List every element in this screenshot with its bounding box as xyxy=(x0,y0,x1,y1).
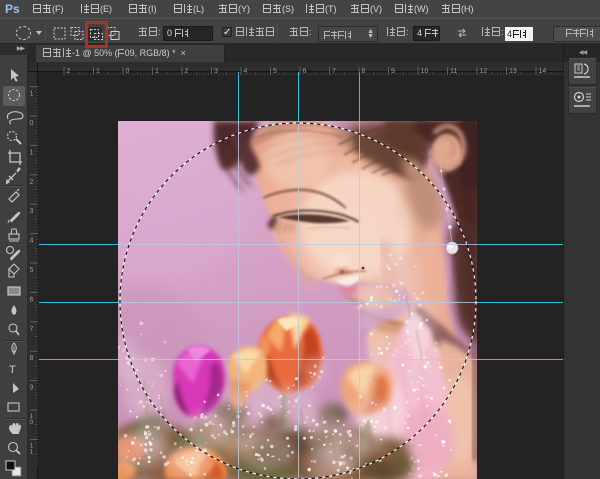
svg-text:8: 8 xyxy=(30,355,34,362)
svg-text:1: 1 xyxy=(30,149,34,156)
svg-text:14: 14 xyxy=(539,68,547,75)
svg-text:2: 2 xyxy=(30,179,34,186)
svg-text:1: 1 xyxy=(155,68,159,75)
svg-text:1: 1 xyxy=(96,68,100,75)
svg-text:3: 3 xyxy=(30,208,34,215)
svg-text:11: 11 xyxy=(450,68,457,75)
svg-text:8: 8 xyxy=(362,68,366,75)
svg-text:5: 5 xyxy=(30,267,34,274)
svg-text:10: 10 xyxy=(421,68,429,75)
svg-text:9: 9 xyxy=(30,385,34,392)
svg-text:5: 5 xyxy=(273,68,277,75)
svg-text:2: 2 xyxy=(185,68,189,75)
svg-text:1: 1 xyxy=(30,91,34,98)
svg-text:7: 7 xyxy=(30,326,34,333)
svg-text:2: 2 xyxy=(67,68,71,75)
svg-text:6: 6 xyxy=(303,68,307,75)
svg-text:12: 12 xyxy=(480,68,488,75)
svg-text:3: 3 xyxy=(214,68,218,75)
svg-text:1: 1 xyxy=(30,448,34,455)
svg-text:4: 4 xyxy=(244,68,248,75)
svg-text:9: 9 xyxy=(391,68,395,75)
svg-text:0: 0 xyxy=(30,419,34,426)
svg-text:7: 7 xyxy=(332,68,336,75)
svg-text:4: 4 xyxy=(30,238,34,245)
svg-text:0: 0 xyxy=(30,120,34,127)
svg-text:6: 6 xyxy=(30,296,34,303)
svg-text:0: 0 xyxy=(126,68,130,75)
svg-text:13: 13 xyxy=(509,68,517,75)
svg-text:T: T xyxy=(9,364,16,376)
